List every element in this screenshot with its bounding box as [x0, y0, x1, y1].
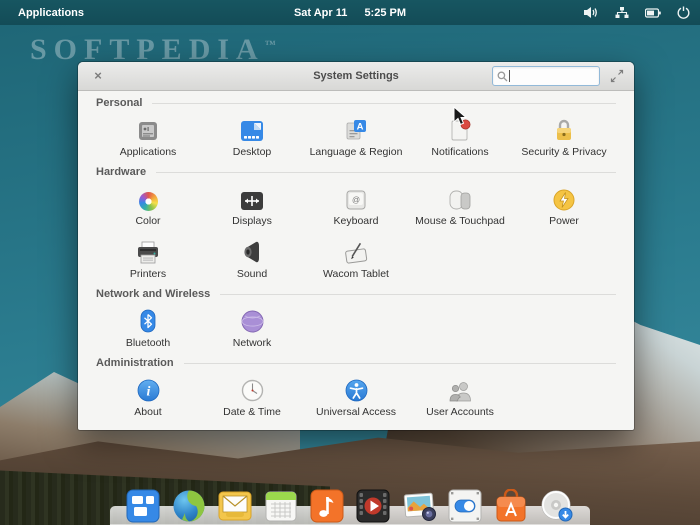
tile-label: About: [134, 406, 161, 418]
about-icon: i: [137, 375, 160, 402]
tile-label: Wacom Tablet: [323, 268, 389, 280]
color-icon: [139, 184, 158, 211]
tile-color[interactable]: Color: [96, 184, 200, 227]
universal-access-icon: [345, 375, 368, 402]
system-settings-icon[interactable]: [448, 489, 482, 523]
tile-bluetooth[interactable]: Bluetooth: [96, 306, 200, 349]
battery-icon[interactable]: [645, 8, 661, 18]
svg-text:i: i: [146, 385, 150, 400]
search-box[interactable]: [492, 66, 600, 86]
tile-mouse-touchpad[interactable]: Mouse & Touchpad: [408, 184, 512, 227]
tile-sound[interactable]: Sound: [200, 237, 304, 280]
tile-label: Universal Access: [316, 406, 396, 418]
titlebar[interactable]: × System Settings: [78, 62, 634, 91]
multitasking-view-icon[interactable]: [126, 489, 160, 523]
displays-icon: [240, 184, 264, 211]
tile-label: Applications: [120, 146, 177, 158]
calendar-icon[interactable]: [264, 489, 298, 523]
tile-wacom-tablet[interactable]: Wacom Tablet: [304, 237, 408, 280]
volume-icon[interactable]: [584, 6, 599, 19]
notifications-icon: [448, 115, 472, 142]
tile-universal-access[interactable]: Universal Access: [304, 375, 408, 418]
search-input[interactable]: [510, 70, 590, 82]
dock: [124, 489, 576, 525]
appcenter-icon[interactable]: [494, 489, 528, 523]
section-personal: Personal Applications Desktop A Language…: [78, 91, 634, 160]
section-rule: [220, 294, 616, 295]
section-label: Hardware: [96, 166, 146, 178]
tile-label: Power: [549, 215, 579, 227]
section-administration: Administration i About Date & Time Unive…: [78, 351, 634, 420]
tile-language-region[interactable]: A Language & Region: [304, 115, 408, 158]
tile-printers[interactable]: Printers: [96, 237, 200, 280]
applications-icon: [137, 115, 159, 142]
power-tray-icon[interactable]: [677, 6, 690, 19]
top-panel: Applications Sat Apr 11 5:25 PM: [0, 0, 700, 25]
tile-label: Date & Time: [223, 406, 281, 418]
network-icon: [241, 306, 264, 333]
tile-label: Language & Region: [310, 146, 403, 158]
tile-label: Security & Privacy: [521, 146, 606, 158]
tile-desktop[interactable]: Desktop: [200, 115, 304, 158]
tile-label: Bluetooth: [126, 337, 170, 349]
photos-icon[interactable]: [402, 489, 436, 523]
tile-label: Network: [233, 337, 272, 349]
disc-burner-icon[interactable]: [540, 489, 574, 523]
section-label: Network and Wireless: [96, 288, 210, 300]
tile-applications[interactable]: Applications: [96, 115, 200, 158]
tile-notifications[interactable]: Notifications: [408, 115, 512, 158]
date-time-icon: [241, 375, 264, 402]
music-icon[interactable]: [310, 489, 344, 523]
tile-keyboard[interactable]: @ Keyboard: [304, 184, 408, 227]
mail-icon[interactable]: [218, 489, 252, 523]
panel-date: Sat Apr 11: [294, 7, 347, 19]
section-network-wireless: Network and Wireless Bluetooth Network: [78, 282, 634, 351]
user-accounts-icon: [447, 375, 473, 402]
tile-network[interactable]: Network: [200, 306, 304, 349]
section-rule: [184, 363, 616, 364]
section-hardware: Hardware Color Displays @ Keyboard Mouse…: [78, 160, 634, 282]
tile-security-privacy[interactable]: Security & Privacy: [512, 115, 616, 158]
desktop: SOFTPEDIA™ www.softpedia.com Application…: [0, 0, 700, 525]
svg-text:A: A: [357, 122, 364, 133]
maximize-icon[interactable]: [610, 69, 624, 83]
tile-power[interactable]: Power: [512, 184, 616, 227]
section-label: Personal: [96, 97, 142, 109]
tile-date-time[interactable]: Date & Time: [200, 375, 304, 418]
panel-time: 5:25 PM: [364, 7, 406, 19]
tile-label: Color: [135, 215, 160, 227]
tile-label: Notifications: [431, 146, 488, 158]
tile-user-accounts[interactable]: User Accounts: [408, 375, 512, 418]
bluetooth-icon: [139, 306, 157, 333]
watermark-tm: ™: [265, 39, 276, 51]
language-region-icon: A: [344, 115, 368, 142]
printers-icon: [136, 237, 160, 264]
tile-label: Keyboard: [334, 215, 379, 227]
section-rule: [152, 103, 616, 104]
security-privacy-icon: [554, 115, 574, 142]
power-icon: [553, 184, 575, 211]
tile-label: Displays: [232, 215, 272, 227]
tile-label: Sound: [237, 268, 267, 280]
web-browser-icon[interactable]: [172, 489, 206, 523]
tile-about[interactable]: i About: [96, 375, 200, 418]
videos-icon[interactable]: [356, 489, 390, 523]
tile-label: Desktop: [233, 146, 272, 158]
search-icon: [497, 71, 508, 82]
svg-text:@: @: [352, 196, 360, 205]
keyboard-icon: @: [345, 184, 367, 211]
tile-displays[interactable]: Displays: [200, 184, 304, 227]
close-button[interactable]: ×: [90, 68, 106, 84]
wacom-tablet-icon: [343, 237, 369, 264]
sound-icon: [242, 237, 262, 264]
tile-label: Printers: [130, 268, 166, 280]
desktop-icon: [240, 115, 264, 142]
section-rule: [156, 172, 616, 173]
tile-label: Mouse & Touchpad: [415, 215, 505, 227]
network-tray-icon[interactable]: [615, 6, 629, 19]
tile-label: User Accounts: [426, 406, 494, 418]
system-settings-window: × System Settings Personal Applications …: [78, 62, 634, 430]
section-label: Administration: [96, 357, 174, 369]
mouse-touchpad-icon: [447, 184, 473, 211]
